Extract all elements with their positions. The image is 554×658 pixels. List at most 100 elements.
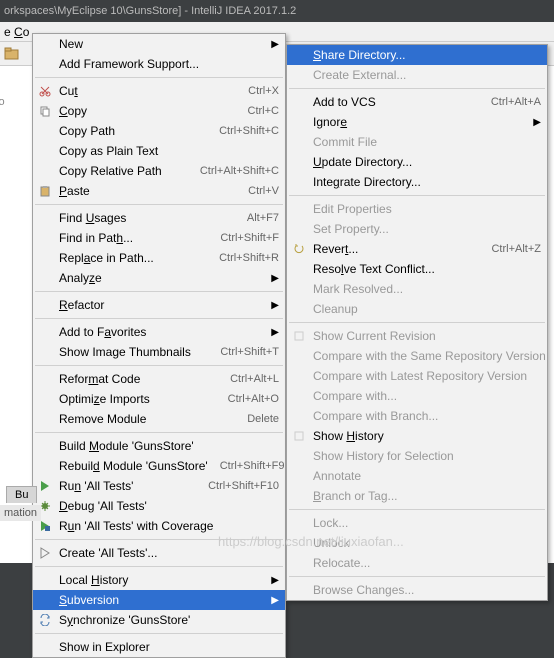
menu-item[interactable]: Add Framework Support... (33, 54, 285, 74)
menu-item-label: Copy Relative Path (59, 164, 188, 178)
menu-separator (35, 204, 283, 205)
path-label: deaWo (0, 96, 5, 108)
menu-item[interactable]: Show History (287, 426, 547, 446)
menu-item[interactable]: PasteCtrl+V (33, 181, 285, 201)
menu-item[interactable]: Local History▶ (33, 570, 285, 590)
menu-item: Compare with... (287, 386, 547, 406)
menu-item[interactable]: Show in Explorer (33, 637, 285, 657)
menu-item-label: Unlock (313, 536, 541, 550)
submenu-arrow-icon: ▶ (271, 39, 279, 50)
menu-item[interactable]: Analyze▶ (33, 268, 285, 288)
menu-shortcut: Ctrl+X (248, 85, 279, 97)
menu-item[interactable]: Resolve Text Conflict... (287, 259, 547, 279)
menu-item[interactable]: New▶ (33, 34, 285, 54)
menu-item[interactable]: Find UsagesAlt+F7 (33, 208, 285, 228)
menu-item[interactable]: e Co (4, 25, 29, 39)
menu-item[interactable]: Copy as Plain Text (33, 141, 285, 161)
menu-item-label: Optimize Imports (59, 392, 216, 406)
menu-item[interactable]: Copy Relative PathCtrl+Alt+Shift+C (33, 161, 285, 181)
menu-item[interactable]: Remove ModuleDelete (33, 409, 285, 429)
submenu-arrow-icon: ▶ (533, 117, 541, 128)
menu-item: Compare with Branch... (287, 406, 547, 426)
menu-shortcut: Ctrl+Shift+R (219, 252, 279, 264)
menu-separator (35, 633, 283, 634)
menu-item[interactable]: Reformat CodeCtrl+Alt+L (33, 369, 285, 389)
menu-item[interactable]: Copy PathCtrl+Shift+C (33, 121, 285, 141)
menu-item[interactable]: CopyCtrl+C (33, 101, 285, 121)
menu-item-label: Add Framework Support... (59, 57, 279, 71)
dimicon-icon (291, 428, 307, 444)
menu-item-label: Compare with... (313, 389, 541, 403)
menu-item: Relocate... (287, 553, 547, 573)
window-title: orkspaces\MyEclipse 10\GunsStore] - Inte… (4, 5, 296, 17)
mation-label: mation (0, 505, 41, 521)
menu-item-label: Copy as Plain Text (59, 144, 279, 158)
menu-item[interactable]: Build Module 'GunsStore' (33, 436, 285, 456)
menu-item-label: Debug 'All Tests' (59, 499, 279, 513)
menu-item[interactable]: Run 'All Tests' with Coverage (33, 516, 285, 536)
menu-shortcut: Delete (247, 413, 279, 425)
menu-separator (289, 195, 545, 196)
menu-item-label: Add to VCS (313, 95, 479, 109)
menu-item-label: Mark Resolved... (313, 282, 541, 296)
menu-item-label: Local History (59, 573, 279, 587)
menu-item-label: Copy Path (59, 124, 207, 138)
menu-item-label: Subversion (59, 593, 279, 607)
context-menu-subversion: Share Directory... Create External... Add … (286, 44, 548, 601)
menu-item-label: Branch or Tag... (313, 489, 541, 503)
menu-item[interactable]: Run 'All Tests' Ctrl+Shift+F10 (33, 476, 285, 496)
menu-item[interactable]: Revert...Ctrl+Alt+Z (287, 239, 547, 259)
menu-item-label: Annotate (313, 469, 541, 483)
menu-shortcut: Ctrl+Shift+F10 (208, 480, 279, 492)
menu-item[interactable]: Cut Ctrl+X (33, 81, 285, 101)
menu-item[interactable]: Refactor▶ (33, 295, 285, 315)
menu-separator (289, 322, 545, 323)
menu-item-label: Integrate Directory... (313, 175, 541, 189)
menu-item[interactable]: Find in Path...Ctrl+Shift+F (33, 228, 285, 248)
menu-item[interactable]: Integrate Directory... (287, 172, 547, 192)
menu-item-label: Relocate... (313, 556, 541, 570)
menu-item-label: Cut (59, 84, 236, 98)
menu-shortcut: Alt+F7 (247, 212, 279, 224)
menu-item[interactable]: Synchronize 'GunsStore' (33, 610, 285, 630)
menu-item-label: Create External... (313, 68, 541, 82)
menu-item-label: New (59, 37, 279, 51)
menu-item[interactable]: Rebuild Module 'GunsStore'Ctrl+Shift+F9 (33, 456, 285, 476)
folder-icon[interactable] (4, 46, 20, 62)
menu-item: Browse Changes... (287, 580, 547, 600)
menu-item-label: Run 'All Tests' (59, 479, 196, 493)
menu-item: Show Current Revision (287, 326, 547, 346)
build-tab[interactable]: Bu (6, 486, 37, 503)
dimicon-icon (291, 328, 307, 344)
menu-item-label: Update Directory... (313, 155, 541, 169)
menu-item: Unlock (287, 533, 547, 553)
menu-item-label: Set Property... (313, 222, 541, 236)
menu-item[interactable]: Ignore▶ (287, 112, 547, 132)
menu-item: Branch or Tag... (287, 486, 547, 506)
menu-item[interactable]: Update Directory... (287, 152, 547, 172)
menu-item-label: Commit File (313, 135, 541, 149)
menu-shortcut: Ctrl+Shift+F9 (220, 460, 285, 472)
create-icon (37, 545, 53, 561)
menu-item[interactable]: Create 'All Tests'... (33, 543, 285, 563)
menu-item[interactable]: Optimize Imports Ctrl+Alt+O (33, 389, 285, 409)
menu-item-label: Paste (59, 184, 236, 198)
menu-item-label: Compare with the Same Repository Version (313, 349, 546, 363)
paste-icon (37, 183, 53, 199)
menu-item: Show History for Selection (287, 446, 547, 466)
menu-shortcut: Ctrl+Shift+F (220, 232, 279, 244)
menu-item: Annotate (287, 466, 547, 486)
menu-item[interactable]: Share Directory... (287, 45, 547, 65)
menu-item-label: Analyze (59, 271, 279, 285)
menu-shortcut: Ctrl+Alt+A (491, 96, 541, 108)
menu-item[interactable]: Show Image ThumbnailsCtrl+Shift+T (33, 342, 285, 362)
menu-item-label: Lock... (313, 516, 541, 530)
menu-item[interactable]: Debug 'All Tests' (33, 496, 285, 516)
menu-item[interactable]: Subversion▶ (33, 590, 285, 610)
menu-item[interactable]: Add to Favorites▶ (33, 322, 285, 342)
menu-shortcut: Ctrl+Alt+O (228, 393, 279, 405)
submenu-arrow-icon: ▶ (271, 595, 279, 606)
menu-item: Cleanup (287, 299, 547, 319)
menu-item[interactable]: Replace in Path...Ctrl+Shift+R (33, 248, 285, 268)
menu-item[interactable]: Add to VCS Ctrl+Alt+A (287, 92, 547, 112)
